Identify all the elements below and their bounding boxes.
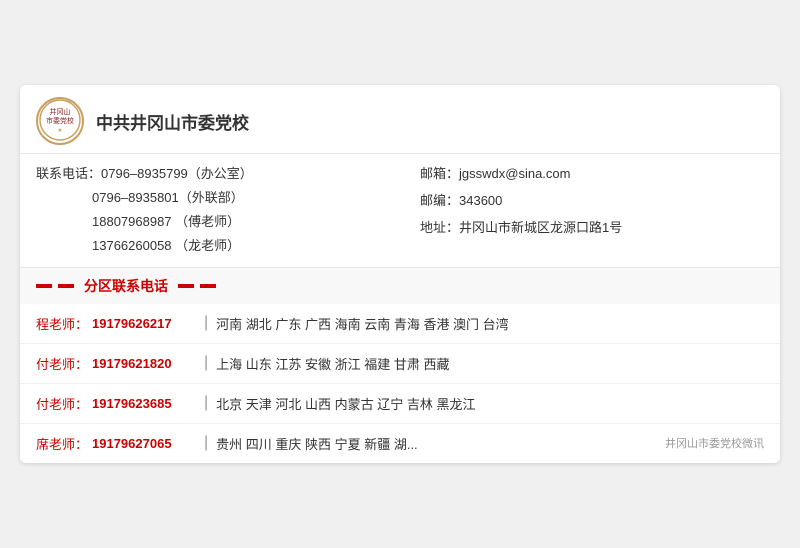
- teacher-info-3: 席老师： 19179627065: [36, 434, 196, 453]
- phone-row-3: 18807968987 （傅老师）: [36, 212, 400, 233]
- teacher-phone-0: 19179626217: [92, 316, 172, 331]
- email-label: 邮箱：: [420, 164, 459, 185]
- phone-3: 18807968987 （傅老师）: [92, 212, 240, 233]
- district-item-3: 席老师： 19179627065 | 贵州 四川 重庆 陕西 宁夏 新疆 湖..…: [20, 424, 780, 463]
- org-name: 中共井冈山市委党校: [96, 109, 249, 134]
- divider-3: |: [204, 434, 208, 452]
- header: 井冈山 市委党校 ★ 中共井冈山市委党校: [20, 85, 780, 154]
- teacher-info-1: 付老师： 19179621820: [36, 354, 196, 373]
- red-block-left: [36, 284, 52, 288]
- email-value: jgsswdx@sina.com: [459, 164, 570, 185]
- teacher-info-0: 程老师： 19179626217: [36, 314, 196, 333]
- red-block-right2: [200, 284, 216, 288]
- teacher-name-3: 席老师：: [36, 434, 88, 453]
- zip-row: 邮编： 343600: [420, 191, 764, 212]
- regions-3: 贵州 四川 重庆 陕西 宁夏 新疆 湖...: [216, 434, 418, 453]
- email-row: 邮箱： jgsswdx@sina.com: [420, 164, 764, 185]
- regions-2: 北京 天津 河北 山西 内蒙古 辽宁 吉林 黑龙江: [216, 394, 475, 413]
- teacher-name-1: 付老师：: [36, 354, 88, 373]
- red-block-left2: [58, 284, 74, 288]
- phone-row-4: 13766260058 （龙老师）: [36, 236, 400, 257]
- regions-0: 河南 湖北 广东 广西 海南 云南 青海 香港 澳门 台湾: [216, 314, 509, 333]
- section-title-bar: 分区联系电话: [20, 268, 780, 304]
- phone-2: 0796–8935801（外联部）: [92, 188, 244, 209]
- district-list: 程老师： 19179626217 | 河南 湖北 广东 广西 海南 云南 青海 …: [20, 304, 780, 463]
- phone-1: 0796–8935799（办公室）: [101, 164, 253, 185]
- divider-2: |: [204, 394, 208, 412]
- teacher-phone-1: 19179621820: [92, 356, 172, 371]
- teacher-info-2: 付老师： 19179623685: [36, 394, 196, 413]
- phone-4: 13766260058 （龙老师）: [92, 236, 240, 257]
- zip-label: 邮编：: [420, 191, 459, 212]
- contact-right: 邮箱： jgsswdx@sina.com 邮编： 343600 地址： 井冈山市…: [400, 164, 764, 256]
- district-item-2: 付老师： 19179623685 | 北京 天津 河北 山西 内蒙古 辽宁 吉林…: [20, 384, 780, 424]
- district-item-0: 程老师： 19179626217 | 河南 湖北 广东 广西 海南 云南 青海 …: [20, 304, 780, 344]
- divider-1: |: [204, 354, 208, 372]
- svg-text:市委党校: 市委党校: [46, 116, 74, 125]
- district-item-1: 付老师： 19179621820 | 上海 山东 江苏 安徽 浙江 福建 甘肃 …: [20, 344, 780, 384]
- red-block-right: [178, 284, 194, 288]
- contact-section: 联系电话： 0796–8935799（办公室） 0796–8935801（外联部…: [20, 154, 780, 267]
- address-row: 地址： 井冈山市新城区龙源口路1号: [420, 218, 764, 239]
- regions-1: 上海 山东 江苏 安徽 浙江 福建 甘肃 西藏: [216, 354, 449, 373]
- teacher-phone-3: 19179627065: [92, 436, 172, 451]
- svg-text:井冈山: 井冈山: [50, 107, 71, 116]
- address-label: 地址：: [420, 218, 459, 239]
- section-title-text: 分区联系电话: [84, 276, 168, 296]
- logo-text: 井冈山 市委党校 ★: [38, 98, 82, 145]
- zip-value: 343600: [459, 191, 502, 212]
- teacher-name-0: 程老师：: [36, 314, 88, 333]
- logo: 井冈山 市委党校 ★: [36, 97, 84, 145]
- watermark-text: 井冈山市委党校微讯: [665, 435, 764, 451]
- contact-left: 联系电话： 0796–8935799（办公室） 0796–8935801（外联部…: [36, 164, 400, 256]
- phone-row-2: 0796–8935801（外联部）: [36, 188, 400, 209]
- svg-text:★: ★: [57, 127, 62, 134]
- address-value: 井冈山市新城区龙源口路1号: [459, 218, 622, 239]
- teacher-phone-2: 19179623685: [92, 396, 172, 411]
- teacher-name-2: 付老师：: [36, 394, 88, 413]
- divider-0: |: [204, 314, 208, 332]
- phone-row-1: 联系电话： 0796–8935799（办公室）: [36, 164, 400, 185]
- phone-label: 联系电话：: [36, 164, 101, 185]
